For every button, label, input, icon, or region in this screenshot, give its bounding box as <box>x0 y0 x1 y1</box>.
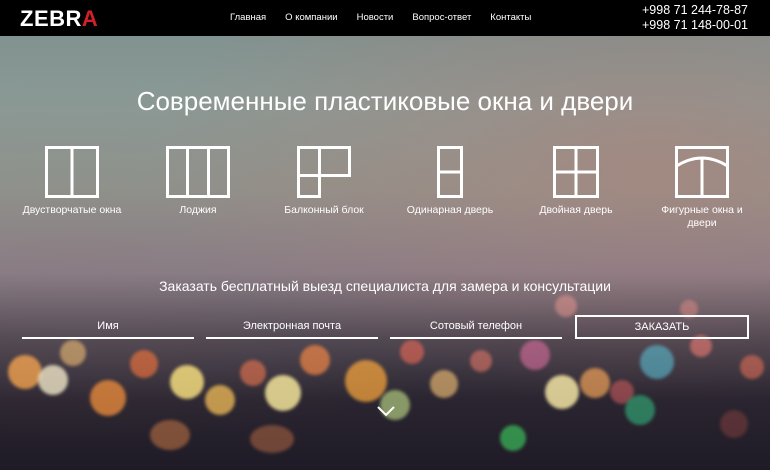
product-type-balcony-block[interactable]: Балконный блок <box>274 146 374 230</box>
bokeh-light <box>300 345 330 375</box>
email-field[interactable]: Электронная почта <box>206 315 378 339</box>
main-nav: Главная О компании Новости Вопрос-ответ … <box>230 12 550 23</box>
logo-accent: A <box>81 6 99 31</box>
product-type-single-door[interactable]: Одинарная дверь <box>400 146 500 230</box>
product-type-double-door[interactable]: Двойная дверь <box>526 146 626 230</box>
bokeh-light <box>38 365 68 395</box>
bokeh-light <box>740 355 764 379</box>
bokeh-light <box>640 345 674 379</box>
balcony-block-icon <box>297 146 351 198</box>
bokeh-light <box>470 350 492 372</box>
bokeh-light <box>265 375 301 411</box>
product-type-loggia[interactable]: Лоджия <box>148 146 248 230</box>
product-type-label: Балконный блок <box>284 204 364 216</box>
order-button[interactable]: ЗАКАЗАТЬ <box>575 315 749 339</box>
bokeh-light <box>60 340 86 366</box>
double-door-icon <box>553 146 599 198</box>
bokeh-light <box>170 365 204 399</box>
bokeh-light <box>545 375 579 409</box>
hero-background <box>0 0 770 470</box>
bokeh-light <box>720 410 748 438</box>
nav-item-news[interactable]: Новости <box>357 12 394 23</box>
bokeh-light <box>430 370 458 398</box>
nav-item-contacts[interactable]: Контакты <box>490 12 531 23</box>
bokeh-light <box>130 350 158 378</box>
bokeh-light <box>240 360 266 386</box>
bokeh-light <box>625 395 655 425</box>
phone-number[interactable]: +998 71 148-00-01 <box>642 18 748 33</box>
product-types: Двустворчатые окна Лоджия Балконный блок… <box>22 146 752 230</box>
bokeh-light <box>150 420 190 450</box>
product-type-double-window[interactable]: Двустворчатые окна <box>22 146 122 230</box>
top-bar: ZEBRA Главная О компании Новости Вопрос-… <box>0 0 770 36</box>
bokeh-light <box>8 355 42 389</box>
logo[interactable]: ZEBRA <box>20 6 98 32</box>
product-type-label: Лоджия <box>179 204 217 216</box>
phone-number[interactable]: +998 71 244-78-87 <box>642 3 748 18</box>
product-type-label: Двустворчатые окна <box>22 204 122 216</box>
product-type-label: Двойная дверь <box>539 204 613 216</box>
product-type-label: Одинарная дверь <box>406 204 494 216</box>
phone-field[interactable]: Сотовый телефон <box>390 315 562 339</box>
order-heading: Заказать бесплатный выезд специалиста дл… <box>159 278 611 294</box>
bokeh-light <box>555 295 577 317</box>
phone-numbers: +998 71 244-78-87 +998 71 148-00-01 <box>642 3 748 33</box>
bokeh-light <box>400 340 424 364</box>
logo-text: ZEBR <box>20 6 82 31</box>
name-field[interactable]: Имя <box>22 315 194 339</box>
bokeh-light <box>580 368 610 398</box>
nav-item-home[interactable]: Главная <box>230 12 266 23</box>
chevron-down-icon[interactable] <box>376 404 396 418</box>
bokeh-light <box>90 380 126 416</box>
bokeh-light <box>205 385 235 415</box>
arched-window-icon <box>675 146 729 198</box>
bokeh-light <box>345 360 387 402</box>
double-window-icon <box>45 146 99 198</box>
single-door-icon <box>437 146 463 198</box>
bokeh-light <box>500 425 526 451</box>
page-title: Современные пластиковые окна и двери <box>136 86 634 116</box>
bokeh-light <box>520 340 550 370</box>
nav-item-about[interactable]: О компании <box>285 12 337 23</box>
loggia-icon <box>166 146 230 198</box>
order-form: Имя Электронная почта Сотовый телефон ЗА… <box>22 315 749 339</box>
bokeh-light <box>250 425 294 453</box>
product-type-arched-window[interactable]: Фигурные окна и двери <box>652 146 752 230</box>
product-type-label: Фигурные окна и двери <box>661 204 743 229</box>
nav-item-faq[interactable]: Вопрос-ответ <box>412 12 471 23</box>
